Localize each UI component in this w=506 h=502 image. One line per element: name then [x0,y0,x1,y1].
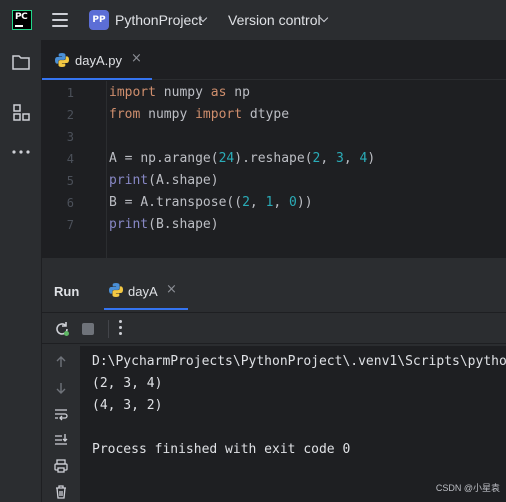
line-number-gutter: 1 2 3 4 5 6 7 8 [42,81,92,268]
version-control-menu[interactable]: Version control [228,12,321,28]
more-options-icon[interactable] [116,320,124,338]
editor-tab-label: dayA.py [75,53,122,68]
watermark: CSDN @小星袁 [435,483,500,493]
editor-tab-bar: dayA.py × [42,40,506,80]
tab-daya-py[interactable]: dayA.py × [42,40,152,80]
console-line: D:\PycharmProjects\PythonProject\.venv1\… [92,354,506,369]
code-line[interactable]: B = A.transpose((2, 1, 0)) [109,195,313,210]
toolbar-divider [108,320,109,338]
rerun-icon[interactable] [54,321,70,341]
trash-icon[interactable] [53,484,69,500]
stop-icon[interactable] [82,323,94,335]
active-tab-indicator [42,78,152,80]
run-tab-daya[interactable]: dayA × [104,276,232,310]
console-side-toolbar [42,346,80,502]
line-number: 3 [66,130,74,144]
run-window-title: Run [54,284,80,299]
code-line[interactable]: from numpy import dtype [109,107,289,122]
active-run-tab-indicator [104,308,188,310]
scroll-to-end-icon[interactable] [53,432,69,448]
line-number: 4 [66,152,74,166]
python-file-icon [108,282,124,302]
code-line[interactable]: print(A.shape) [109,173,219,188]
code-editor[interactable]: 1 2 3 4 5 6 7 8 import numpy as np from … [42,81,506,268]
project-badge[interactable]: PP [89,10,109,30]
code-line[interactable]: import numpy as np [109,85,250,100]
more-tools-icon[interactable] [11,142,31,162]
soft-wrap-icon[interactable] [53,406,69,422]
pycharm-logo-icon[interactable]: PC [12,10,32,30]
structure-icon[interactable] [11,102,31,122]
version-control-chevron-down-icon[interactable] [319,13,329,23]
code-line[interactable]: A = np.arange(24).reshape(2, 3, 4) [109,151,375,166]
line-number: 1 [66,86,74,100]
close-run-tab-icon[interactable]: × [166,282,177,297]
run-tool-window: Run dayA × D:\PycharmProjects\PythonProj… [42,258,506,502]
line-number: 2 [66,108,74,122]
title-bar: PC PP PythonProject Version control [0,0,506,40]
python-file-icon [54,52,70,72]
print-icon[interactable] [53,458,69,474]
app-logo-text: PC [15,12,28,22]
project-name[interactable]: PythonProject [115,12,202,28]
folder-icon[interactable] [11,52,31,72]
line-number: 7 [66,218,74,232]
line-number: 6 [66,196,74,210]
scroll-up-icon[interactable] [53,354,69,370]
line-number: 5 [66,174,74,188]
main-menu-icon[interactable] [52,13,68,27]
code-line[interactable]: print(B.shape) [109,217,219,232]
console-output[interactable]: D:\PycharmProjects\PythonProject\.venv1\… [80,346,506,502]
run-header: Run dayA × [42,258,506,312]
run-toolbar [42,312,506,344]
scroll-down-icon[interactable] [53,380,69,396]
console-line: Process finished with exit code 0 [92,442,351,457]
indent-guide [106,81,107,268]
close-tab-icon[interactable]: × [131,51,142,66]
console-line: (2, 3, 4) [92,376,163,391]
run-tab-label: dayA [128,284,158,299]
tool-window-strip [0,40,42,502]
console-line: (4, 3, 2) [92,398,163,413]
